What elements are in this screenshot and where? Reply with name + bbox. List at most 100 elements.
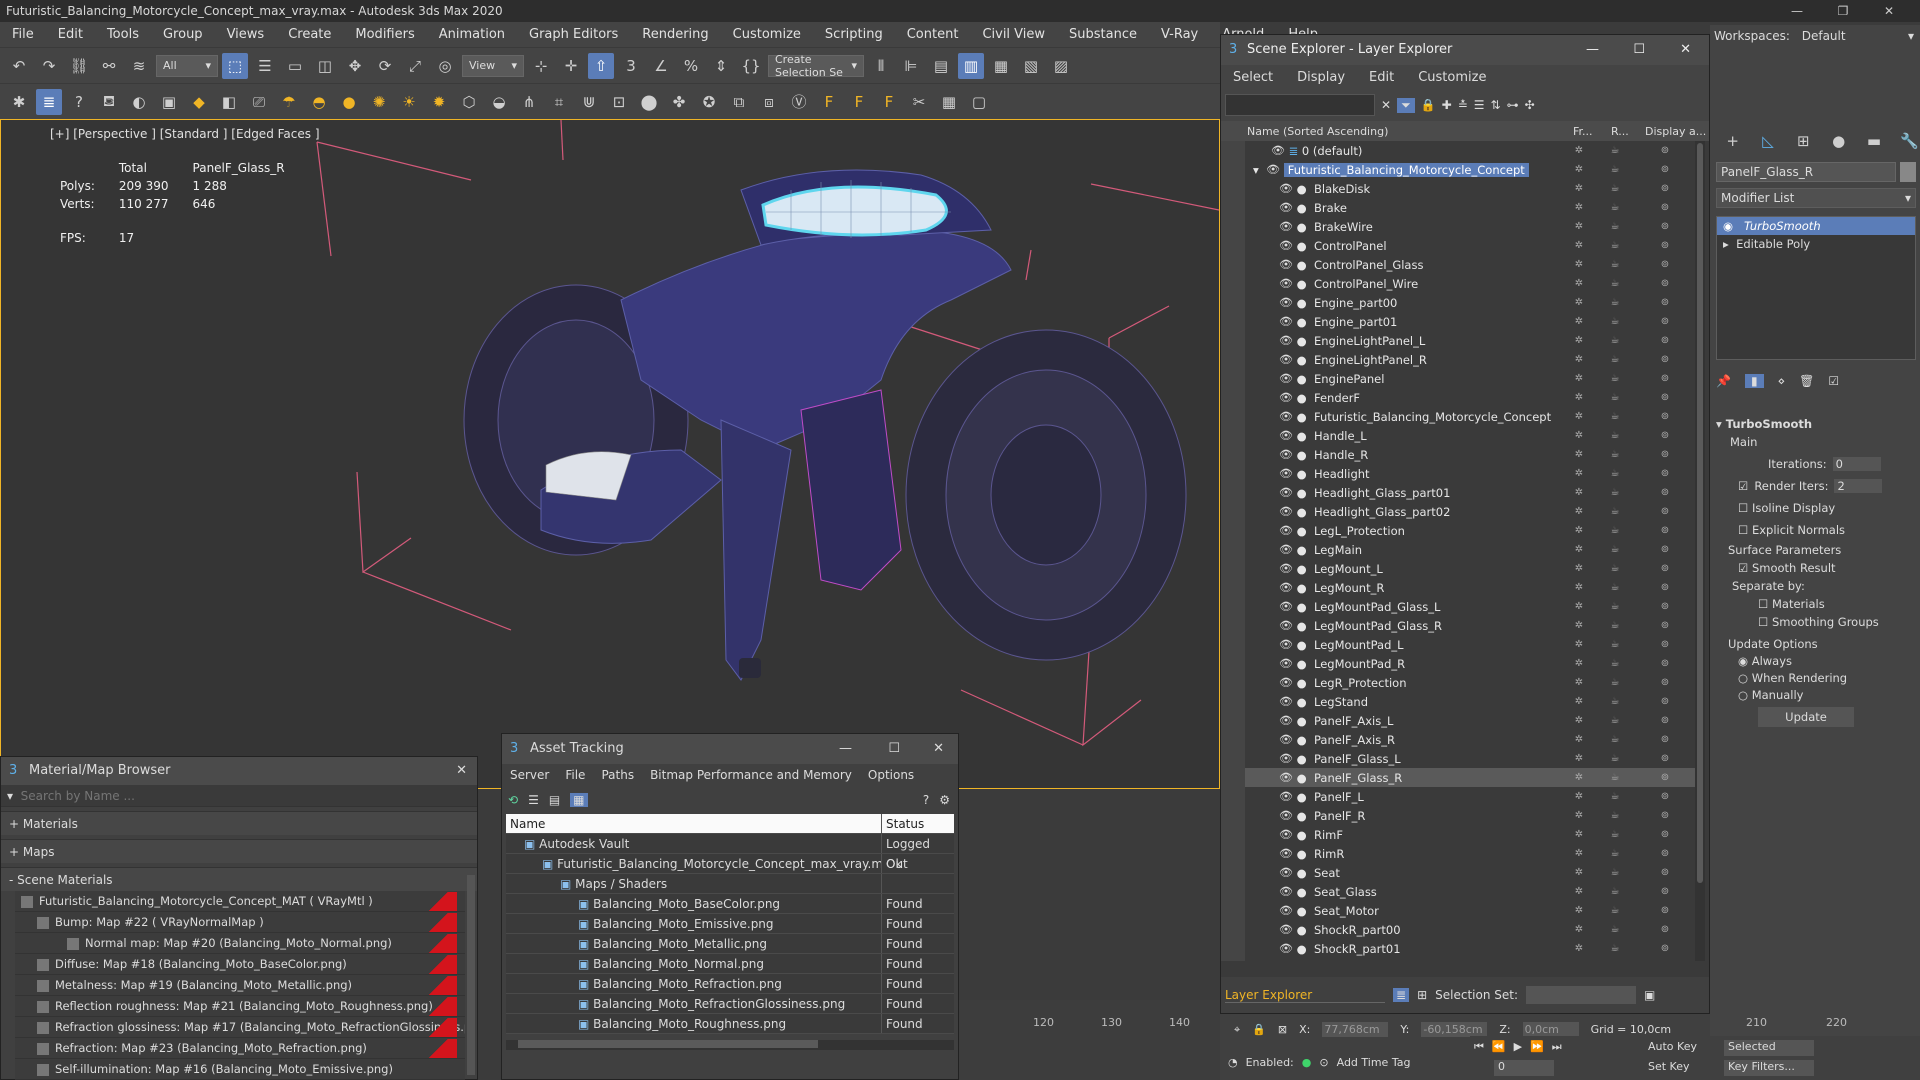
eye-icon[interactable]: 👁 — [1279, 182, 1293, 195]
motion-tab-icon[interactable]: ● — [1828, 128, 1849, 154]
render-icon[interactable]: ☕ — [1597, 335, 1633, 346]
keyboard-shortcut-icon[interactable]: ⇧ — [588, 52, 614, 79]
display-icon[interactable]: ⊚ — [1633, 449, 1697, 460]
scene-search-input[interactable] — [1225, 94, 1375, 116]
asset-row[interactable]: ▣ Balancing_Moto_Roughness.png Found — [506, 1014, 954, 1034]
asset-col-status[interactable]: Status — [882, 814, 954, 833]
freeze-icon[interactable]: ✲ — [1561, 905, 1597, 916]
make-unique-icon[interactable]: ⋄ — [1778, 374, 1786, 388]
display-icon[interactable]: ⊚ — [1633, 715, 1697, 726]
sort-icon[interactable]: ⇅ — [1491, 98, 1501, 112]
scene-object-row[interactable]: 👁 ● Engine_part01 ✲ ☕ ⊚ — [1245, 312, 1697, 331]
scene-object-row[interactable]: 👁 ● LegMount_R ✲ ☕ ⊚ — [1245, 578, 1697, 597]
freeze-icon[interactable]: ✲ — [1561, 677, 1597, 688]
proxy-icon[interactable]: ⬡ — [456, 89, 482, 115]
menu-file[interactable]: File — [0, 27, 46, 42]
render-icon[interactable]: ☕ — [1597, 278, 1633, 289]
display-icon[interactable]: ⊚ — [1633, 582, 1697, 593]
eye-icon[interactable]: 👁 — [1279, 505, 1293, 518]
eye-icon[interactable]: 👁 — [1279, 619, 1293, 632]
eye-icon[interactable]: 👁 — [1279, 847, 1293, 860]
map-row[interactable]: Normal map: Map #20 (Balancing_Moto_Norm… — [15, 933, 465, 954]
move-icon[interactable]: ✥ — [342, 53, 368, 79]
selection-set-dropdown[interactable] — [1526, 986, 1636, 1004]
eye-icon[interactable]: 👁 — [1279, 581, 1293, 594]
explorer-type-dropdown[interactable]: Layer Explorer — [1225, 988, 1385, 1003]
render-icon[interactable]: ☕ — [1597, 354, 1633, 365]
render-icon[interactable]: ☕ — [1597, 658, 1633, 669]
eye-icon[interactable]: 👁 — [1279, 695, 1293, 708]
eye-icon[interactable]: ◉ — [1723, 219, 1733, 233]
lightmix-icon[interactable]: ⧈ — [756, 89, 782, 115]
freeze-icon[interactable]: ✲ — [1561, 734, 1597, 745]
display-icon[interactable]: ⊚ — [1633, 145, 1697, 156]
absolute-mode-icon[interactable]: ⊠ — [1278, 1023, 1287, 1036]
when-rendering-radio[interactable]: ○ — [1738, 671, 1748, 685]
render-icon[interactable]: ☕ — [1597, 943, 1633, 954]
teapot-icon[interactable]: ⛾ — [96, 89, 122, 115]
display-icon[interactable]: ⊚ — [1633, 848, 1697, 859]
menu-modifiers[interactable]: Modifiers — [343, 27, 426, 42]
map-row[interactable]: Refraction glossiness: Map #17 (Balancin… — [15, 1017, 465, 1038]
light-icon[interactable]: ☂ — [276, 89, 302, 115]
scene-object-row[interactable]: 👁 ● PanelF_Axis_L ✲ ☕ ⊚ — [1245, 711, 1697, 730]
scene-scrollbar[interactable] — [1695, 141, 1705, 961]
scene-object-row[interactable]: 👁 ● Seat_Motor ✲ ☕ ⊚ — [1245, 901, 1697, 920]
display-icon[interactable]: ⊚ — [1633, 373, 1697, 384]
render-iters-checkbox[interactable]: ☑ — [1738, 479, 1748, 493]
go-to-start-icon[interactable]: ⏮ — [1474, 1040, 1484, 1054]
freeze-icon[interactable]: ✲ — [1561, 373, 1597, 384]
eye-icon[interactable]: 👁 — [1271, 144, 1285, 157]
scene-object-row[interactable]: 👁 ● EngineLightPanel_R ✲ ☕ ⊚ — [1245, 350, 1697, 369]
key-filters-button[interactable]: Key Filters... — [1724, 1060, 1814, 1076]
eye-icon[interactable]: 👁 — [1279, 638, 1293, 651]
display-icon[interactable]: ⊚ — [1633, 240, 1697, 251]
layout-icon[interactable]: ▢ — [966, 89, 992, 115]
smoothing-groups-checkbox[interactable]: ☐ — [1758, 615, 1768, 629]
freeze-icon[interactable]: ✲ — [1561, 791, 1597, 802]
iterations-spinner[interactable]: 0 — [1832, 457, 1881, 471]
go-to-end-icon[interactable]: ⏭ — [1552, 1040, 1562, 1054]
menu-animation[interactable]: Animation — [427, 27, 517, 42]
render-icon[interactable]: ☕ — [1597, 544, 1633, 555]
scene-object-row[interactable]: 👁 ● LegMountPad_R ✲ ☕ ⊚ — [1245, 654, 1697, 673]
asset-menu-file[interactable]: File — [557, 768, 593, 782]
spinner-snap-icon[interactable]: ⇕ — [708, 53, 734, 79]
options-dropdown-icon[interactable]: ▾ — [7, 789, 13, 803]
maximize-icon[interactable]: ☐ — [1633, 35, 1645, 65]
scene-explorer-icon[interactable]: ✱ — [6, 89, 32, 115]
freeze-icon[interactable]: ✲ — [1561, 221, 1597, 232]
render-icon[interactable]: ☕ — [1597, 924, 1633, 935]
script-icon[interactable]: ◔ — [1228, 1056, 1238, 1069]
configure-modifier-sets-icon[interactable]: ☑ — [1828, 374, 1839, 388]
scene-object-row[interactable]: 👁 ● LegMountPad_Glass_R ✲ ☕ ⊚ — [1245, 616, 1697, 635]
tools-icon[interactable]: ✂ — [906, 89, 932, 115]
schematic-view-icon[interactable]: ▧ — [1018, 53, 1044, 79]
pivot-icon[interactable]: ⊹ — [528, 53, 554, 79]
eye-icon[interactable]: 👁 — [1279, 809, 1293, 822]
fur-icon-2[interactable]: ⋓ — [576, 89, 602, 115]
scene-object-row[interactable]: 👁 ● Handle_L ✲ ☕ ⊚ — [1245, 426, 1697, 445]
eye-icon[interactable]: 👁 — [1279, 467, 1293, 480]
set-key-button[interactable]: Set Key — [1648, 1060, 1708, 1073]
scene-object-row[interactable]: 👁 ● Brake ✲ ☕ ⊚ — [1245, 198, 1697, 217]
render-icon[interactable]: ☕ — [1597, 810, 1633, 821]
isolate-icon[interactable]: ⌖ — [1234, 1023, 1240, 1037]
sphere-light-icon[interactable]: ● — [336, 89, 362, 115]
menu-scripting[interactable]: Scripting — [813, 27, 895, 42]
redo-icon[interactable]: ↷ — [36, 53, 62, 79]
eye-icon[interactable]: 👁 — [1266, 163, 1280, 176]
collapse-icon[interactable]: ▾ — [1253, 163, 1259, 177]
scene-object-row[interactable]: 👁 ● LegMount_L ✲ ☕ ⊚ — [1245, 559, 1697, 578]
freeze-icon[interactable]: ✲ — [1561, 259, 1597, 270]
asset-menu-bitmap-performance-and-memory[interactable]: Bitmap Performance and Memory — [642, 768, 860, 782]
display-icon[interactable]: ⊚ — [1633, 278, 1697, 289]
y-coordinate-field[interactable]: -60,158cm — [1421, 1022, 1488, 1037]
display-icon[interactable]: ⊚ — [1633, 202, 1697, 213]
menu-rendering[interactable]: Rendering — [630, 27, 720, 42]
scene-menu-edit[interactable]: Edit — [1357, 70, 1406, 85]
display-icon[interactable]: ⊚ — [1633, 677, 1697, 688]
material-scrollbar[interactable] — [467, 875, 475, 1075]
layer-motorcycle[interactable]: ▾ 👁 Futuristic_Balancing_Motorcycle_Conc… — [1245, 160, 1697, 179]
render-icon[interactable]: ☕ — [1597, 829, 1633, 840]
